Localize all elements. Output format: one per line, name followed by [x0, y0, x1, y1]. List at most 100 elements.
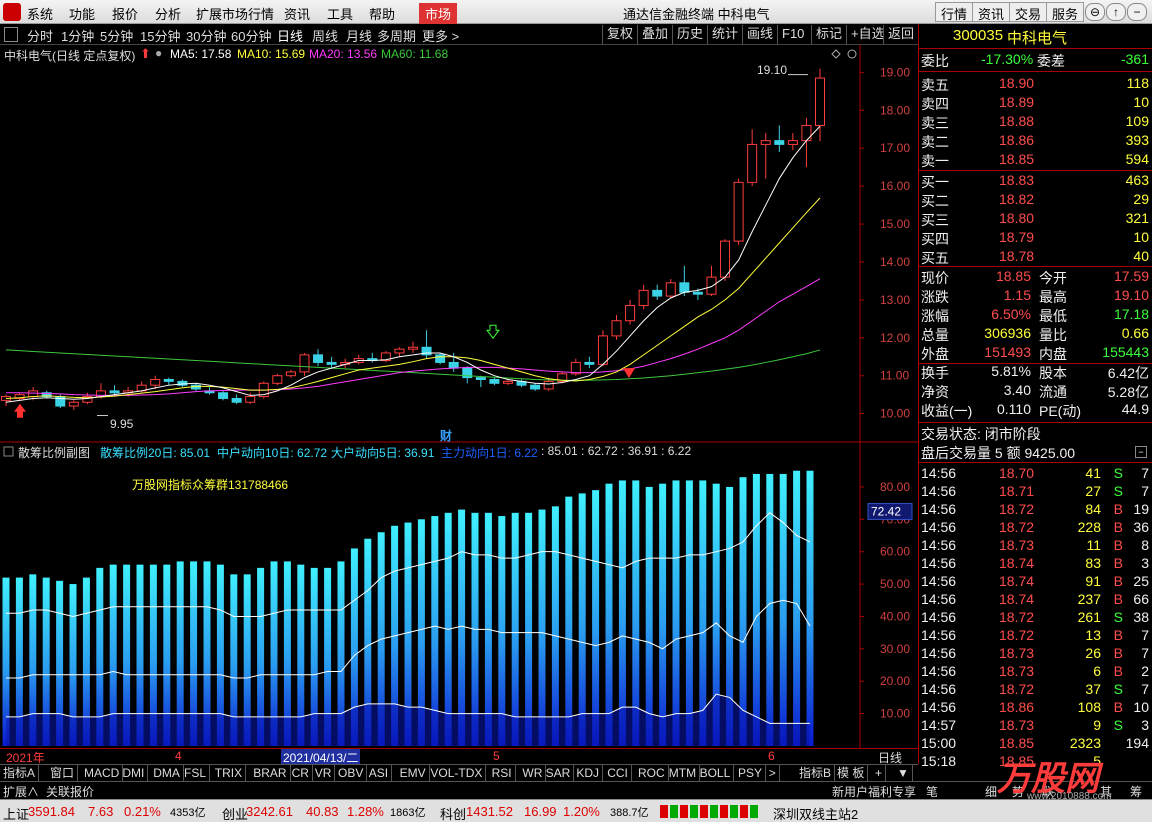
indicator-tab[interactable]: EMV [397, 765, 430, 781]
btn-overlay[interactable]: 叠加 [637, 25, 672, 44]
indicator-tab[interactable]: RSI [489, 765, 516, 781]
tick-volume: 37 [1085, 681, 1101, 697]
tick-volume: 84 [1085, 501, 1101, 517]
tick-count: 7 [1141, 627, 1149, 643]
btn-stats[interactable]: 统计 [707, 25, 742, 44]
menu-system[interactable]: 系统 [27, 4, 53, 23]
ask-price: 18.89 [999, 94, 1035, 110]
finance-marker[interactable]: 财 [440, 427, 452, 444]
indicator-tab[interactable]: CCI [604, 765, 632, 781]
indicator-tab-right[interactable]: + [872, 765, 887, 781]
indicator-tab-right[interactable]: 模 板 [834, 765, 869, 781]
collapse-icon[interactable] [4, 27, 18, 42]
btn-draw[interactable]: 画线 [742, 25, 777, 44]
period-weekly[interactable]: 周线 [312, 26, 338, 45]
indicator-tab[interactable]: SAR [543, 765, 575, 781]
candle [475, 377, 486, 380]
settings-icon[interactable]: ⊖ [1085, 3, 1105, 21]
indicator-tab[interactable]: DMI [119, 765, 149, 781]
indicator-tab[interactable]: KDJ [573, 765, 604, 781]
bid-volume: 321 [1125, 210, 1149, 226]
period-60min[interactable]: 60分钟 [231, 26, 271, 45]
tick-side: B [1113, 645, 1123, 661]
btn-info[interactable]: 资讯 [972, 2, 1011, 22]
indicator-tab[interactable]: CR [289, 765, 313, 781]
menu-help[interactable]: 帮助 [369, 4, 395, 23]
indicator-tab[interactable]: FSL [181, 765, 211, 781]
menu-ext-market[interactable]: 扩展市场行情 [196, 4, 274, 23]
indicator-tab[interactable]: MTM [666, 765, 701, 781]
candlestick-plot[interactable]: 19.00 18.00 17.00 16.00 15.00 14.00 13.00 12.00… [0, 45, 918, 443]
btn-mark[interactable]: 标记 [811, 25, 846, 44]
stat-label: 内盘 [1039, 346, 1067, 362]
related-quote-button[interactable]: 关联报价 [46, 783, 94, 800]
btn-trade[interactable]: 交易 [1009, 2, 1048, 22]
indicator-tab[interactable]: PSY [735, 765, 767, 781]
period-minute-chart[interactable]: 分时 [27, 26, 53, 45]
sell-signal-icon [623, 368, 635, 379]
bid-row: 买一 18.83 463 [921, 172, 1151, 191]
menu-quote[interactable]: 报价 [112, 4, 138, 23]
tick-count: 10 [1133, 699, 1149, 715]
indicator-tab[interactable]: OBV [335, 765, 368, 781]
indicator-tab[interactable]: DMA [150, 765, 184, 781]
stat-row: 总量 306936 量比 0.66 [921, 325, 1151, 344]
period-30min[interactable]: 30分钟 [186, 26, 226, 45]
minimize-icon[interactable]: − [1127, 3, 1147, 21]
period-daily[interactable]: 日线 [277, 26, 303, 45]
ask-volume: 10 [1133, 94, 1149, 110]
btn-back[interactable]: 返回 [883, 25, 918, 44]
tick-price: 18.73 [999, 663, 1035, 679]
period-1min[interactable]: 1分钟 [61, 26, 94, 45]
indicator-tab[interactable]: 窗口 [47, 765, 79, 781]
indicator-tab[interactable]: VOL-TDX [427, 765, 487, 781]
indicator-tab[interactable]: ROC [635, 765, 669, 781]
indicator-chart[interactable]: 散筹比例副图 散筹比例20日: 85.01 中户动向10日: 62.72 大户动… [0, 443, 918, 748]
collapse-icon[interactable]: − [1135, 446, 1147, 458]
menu-market[interactable]: 市场 [419, 3, 458, 24]
indicator-tab-right[interactable]: ▼ [894, 765, 913, 781]
menu-function[interactable]: 功能 [69, 4, 95, 23]
indicator-tab[interactable]: MACD [81, 765, 124, 781]
period-more[interactable]: 更多 > [422, 26, 459, 45]
btn-service[interactable]: 服务 [1046, 2, 1085, 22]
server-name[interactable]: 深圳双线主站2 [773, 804, 858, 822]
btn-history[interactable]: 历史 [672, 25, 707, 44]
tick-row: 14:56 18.72 228 B 36 [921, 519, 1151, 538]
indicator-tab-right[interactable]: 指标B [796, 765, 836, 781]
candle [394, 348, 405, 354]
tick-count: 38 [1133, 609, 1149, 625]
menu-tools[interactable]: 工具 [327, 4, 353, 23]
btn-quotes[interactable]: 行情 [935, 2, 974, 22]
indicator-bar [498, 516, 506, 746]
indicator-tab[interactable]: VR [312, 765, 336, 781]
indicator-tab[interactable]: BOLL [697, 765, 735, 781]
period-15min[interactable]: 15分钟 [140, 26, 180, 45]
period-monthly[interactable]: 月线 [346, 26, 372, 45]
stock-code: 300035 [953, 27, 1004, 44]
tab-pen[interactable]: 笔 [926, 783, 938, 800]
indicator-tab[interactable]: BRAR [250, 765, 291, 781]
candlestick-chart[interactable]: 中科电气(日线 定点复权) ⬆ ● MA5: 17.58 MA10: 15.69… [0, 45, 918, 443]
btn-adjust[interactable]: 复权 [602, 25, 637, 44]
period-multi[interactable]: 多周期 [377, 26, 416, 45]
btn-f10[interactable]: F10 [777, 25, 808, 44]
tick-row: 14:56 18.74 91 B 25 [921, 573, 1151, 592]
candle [692, 291, 703, 295]
indicator-tab[interactable]: TRIX [212, 765, 247, 781]
period-5min[interactable]: 5分钟 [100, 26, 133, 45]
menu-news[interactable]: 资讯 [284, 4, 310, 23]
stat-value: 17.18 [1113, 306, 1149, 322]
promo-link[interactable]: 新用户福利专享 [832, 783, 916, 800]
ask-volume: 393 [1125, 132, 1149, 148]
up-icon[interactable]: ↑ [1106, 3, 1126, 21]
indicator-tab[interactable]: ASI [366, 765, 393, 781]
menu-bar: 系统 功能 报价 分析 扩展市场行情 资讯 工具 帮助 市场 通达信金融终端 中… [0, 0, 1152, 24]
tick-side: B [1113, 573, 1123, 589]
indicator-tab[interactable]: > [766, 765, 780, 781]
expand-button[interactable]: 扩展∧ [3, 783, 39, 800]
stat-label: 现价 [921, 270, 949, 286]
indicator-tab[interactable]: 指标A [0, 765, 40, 781]
indicator-plot[interactable]: 80.0070.0060.0050.0040.0030.0020.0010.00… [0, 443, 918, 748]
menu-analysis[interactable]: 分析 [155, 4, 181, 23]
